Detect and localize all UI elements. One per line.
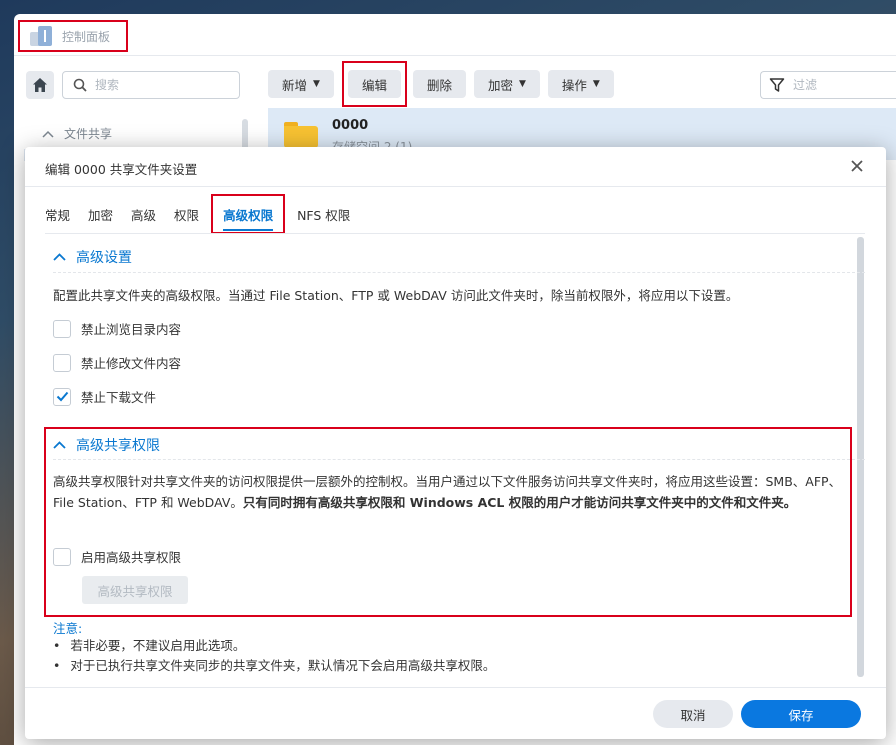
share-permissions-description: 高级共享权限针对共享文件夹的访问权限提供一层额外的控制权。当用户通过以下文件服务… bbox=[53, 471, 843, 513]
sidebar-group-label: 文件共享 bbox=[64, 127, 113, 141]
home-button[interactable] bbox=[26, 71, 54, 99]
edit-shared-folder-dialog: 编辑 0000 共享文件夹设置 常规 加密 高级 权限 高级权限 NFS 权限 … bbox=[25, 147, 886, 739]
checkbox[interactable] bbox=[53, 547, 71, 566]
action-button[interactable]: 操作 ▼ bbox=[547, 70, 614, 98]
tab-general[interactable]: 常规 bbox=[45, 195, 70, 233]
note-label: 注意: bbox=[53, 621, 83, 636]
save-button[interactable]: 保存 bbox=[741, 700, 861, 728]
folder-name: 0000 bbox=[332, 118, 369, 133]
section-heading: 高级共享权限 bbox=[76, 438, 160, 454]
create-button[interactable]: 新增 ▼ bbox=[268, 70, 334, 98]
folder-icon bbox=[284, 122, 318, 148]
share-permissions-button[interactable]: 高级共享权限 bbox=[82, 576, 188, 604]
checkbox-label: 禁止浏览目录内容 bbox=[81, 322, 182, 337]
edit-button-highlight: 编辑 bbox=[341, 61, 407, 107]
action-button-label: 操作 bbox=[561, 77, 587, 93]
dialog-tabs: 常规 加密 高级 权限 高级权限 NFS 权限 bbox=[45, 194, 368, 234]
sidebar-search[interactable] bbox=[62, 71, 240, 99]
note-item: 若非必要，不建议启用此选项。 bbox=[53, 636, 495, 656]
tab-nfs-permissions[interactable]: NFS 权限 bbox=[297, 195, 350, 233]
section-advanced-settings[interactable]: 高级设置 bbox=[53, 247, 132, 267]
edit-button-label: 编辑 bbox=[361, 77, 387, 93]
checkbox-label: 启用高级共享权限 bbox=[81, 550, 182, 565]
cancel-button[interactable]: 取消 bbox=[653, 700, 733, 728]
section-divider bbox=[53, 272, 865, 273]
home-icon bbox=[33, 78, 47, 92]
window-titlebar: 控制面板 bbox=[14, 14, 896, 56]
dialog-header: 编辑 0000 共享文件夹设置 bbox=[25, 147, 886, 187]
checkbox-label: 禁止修改文件内容 bbox=[81, 356, 182, 371]
encrypt-button[interactable]: 加密 ▼ bbox=[473, 70, 540, 98]
chevron-up-icon bbox=[42, 130, 54, 138]
note-item: 对于已执行共享文件夹同步的共享文件夹，默认情况下会启用高级共享权限。 bbox=[53, 656, 495, 676]
section-advanced-share-permissions[interactable]: 高级共享权限 bbox=[53, 435, 160, 455]
delete-button-label: 删除 bbox=[426, 77, 452, 93]
option-enable-share-permissions[interactable]: 启用高级共享权限 bbox=[53, 547, 181, 566]
app-title: 控制面板 bbox=[62, 29, 111, 44]
tab-permissions[interactable]: 权限 bbox=[174, 195, 199, 233]
tab-advanced[interactable]: 高级 bbox=[131, 195, 156, 233]
sidebar: 文件共享 bbox=[14, 57, 254, 161]
chevron-up-icon bbox=[53, 441, 66, 449]
description-bold-text: 只有同时拥有高级共享权限和 Windows ACL 权限的用户才能访问共享文件夹… bbox=[242, 495, 797, 510]
app-title-highlight: 控制面板 bbox=[18, 20, 128, 52]
caret-down-icon: ▼ bbox=[518, 79, 526, 89]
section-heading: 高级设置 bbox=[76, 250, 132, 266]
checkbox[interactable] bbox=[53, 353, 71, 372]
close-icon[interactable] bbox=[848, 157, 866, 175]
toolbar: 新增 ▼ 编辑 删除 加密 ▼ 操作 ▼ bbox=[268, 61, 622, 107]
active-tab-highlight: 高级权限 bbox=[211, 194, 286, 234]
encrypt-button-label: 加密 bbox=[487, 77, 513, 93]
advanced-settings-description: 配置此共享文件夹的高级权限。当通过 File Station、FTP 或 Web… bbox=[53, 288, 739, 303]
caret-down-icon: ▼ bbox=[313, 79, 320, 89]
tabs-divider bbox=[45, 233, 865, 234]
control-panel-app-icon bbox=[30, 26, 52, 46]
search-input[interactable] bbox=[95, 78, 215, 92]
option-no-browse[interactable]: 禁止浏览目录内容 bbox=[53, 319, 181, 338]
dialog-footer: 取消 保存 bbox=[25, 687, 886, 739]
section-divider bbox=[53, 459, 865, 460]
checkbox-label: 禁止下载文件 bbox=[81, 390, 157, 405]
checkbox-checked[interactable] bbox=[53, 387, 71, 406]
tab-advanced-permissions[interactable]: 高级权限 bbox=[223, 195, 274, 233]
delete-button[interactable]: 删除 bbox=[412, 70, 466, 98]
filter-input[interactable] bbox=[793, 78, 893, 92]
edit-button[interactable]: 编辑 bbox=[347, 70, 401, 98]
note-list: 若非必要，不建议启用此选项。 对于已执行共享文件夹同步的共享文件夹，默认情况下会… bbox=[53, 636, 495, 676]
filter-box[interactable] bbox=[760, 71, 896, 99]
chevron-up-icon bbox=[53, 253, 66, 261]
dialog-scrollbar[interactable] bbox=[857, 237, 864, 677]
caret-down-icon: ▼ bbox=[592, 79, 600, 89]
filter-icon bbox=[769, 78, 785, 92]
search-icon bbox=[73, 78, 87, 92]
option-no-download[interactable]: 禁止下载文件 bbox=[53, 387, 156, 406]
checkmark-icon bbox=[56, 391, 68, 402]
create-button-label: 新增 bbox=[282, 77, 308, 93]
option-no-modify[interactable]: 禁止修改文件内容 bbox=[53, 353, 181, 372]
dialog-title: 编辑 0000 共享文件夹设置 bbox=[45, 162, 198, 177]
sidebar-group-file-sharing[interactable]: 文件共享 bbox=[42, 125, 112, 142]
tab-encryption[interactable]: 加密 bbox=[88, 195, 113, 233]
checkbox[interactable] bbox=[53, 319, 71, 338]
